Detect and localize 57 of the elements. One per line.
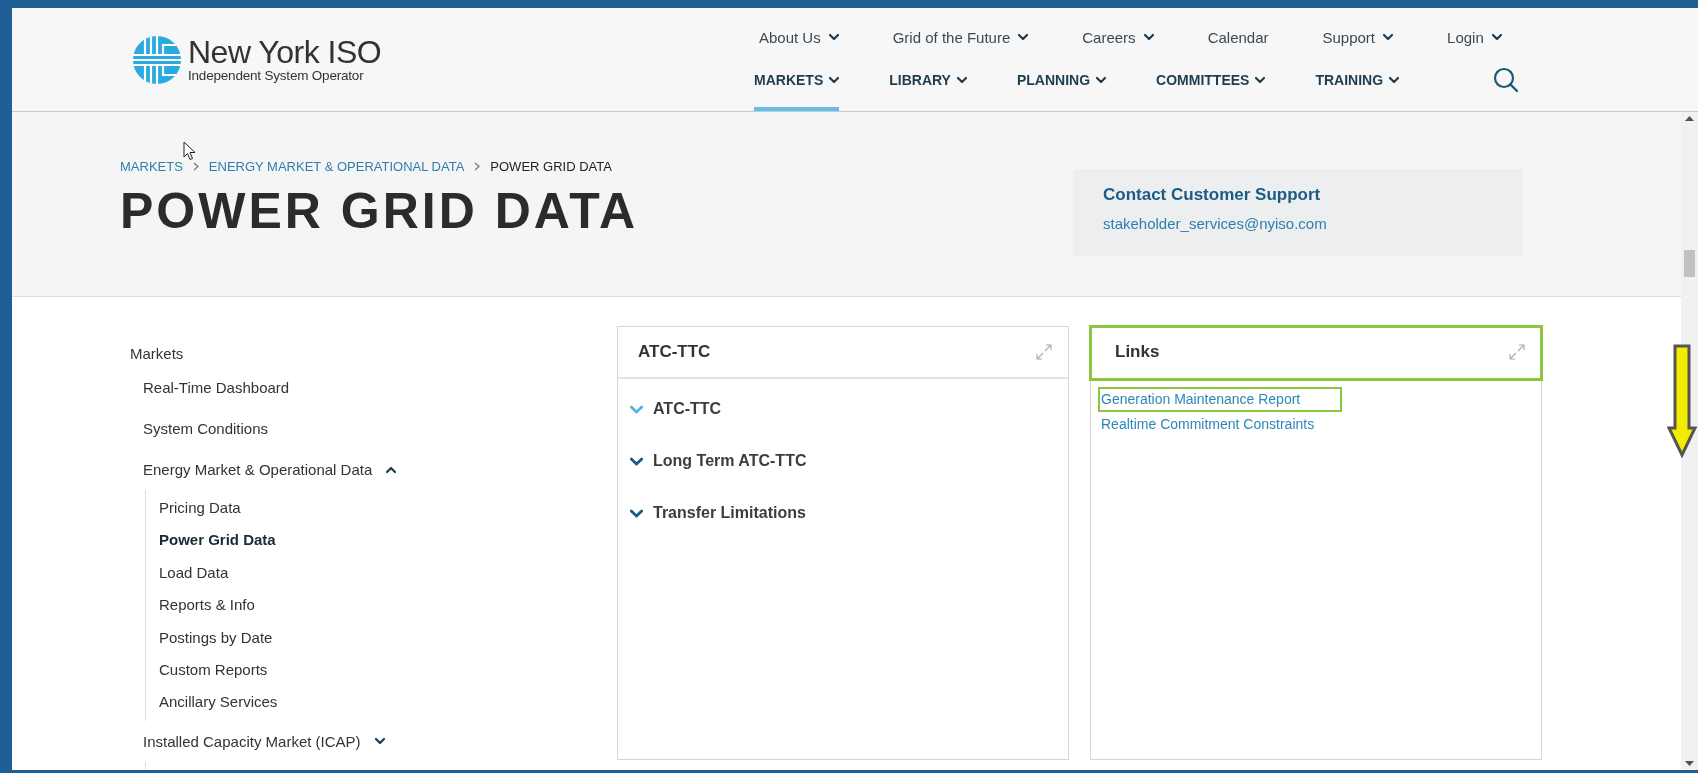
breadcrumb-separator-icon <box>474 162 481 171</box>
top-nav-link[interactable]: Support <box>1322 28 1394 50</box>
main-nav-tab[interactable]: TRAINING <box>1315 49 1400 111</box>
search-icon[interactable] <box>1493 67 1520 94</box>
expand-icon[interactable] <box>1509 344 1525 360</box>
main-nav-tab[interactable]: PLANNING <box>1016 49 1107 111</box>
caret-icon <box>1389 75 1400 86</box>
sidebar-title[interactable]: Markets <box>130 326 184 367</box>
top-nav-link[interactable]: Grid of the Future <box>892 28 1029 50</box>
top-nav-link[interactable]: Careers <box>1082 28 1154 50</box>
sidebar-subitem[interactable]: Custom Reports <box>146 653 268 687</box>
caret-icon <box>956 75 967 86</box>
main-nav-tab[interactable]: LIBRARY <box>889 49 967 111</box>
main-nav-tab[interactable]: COMMITTEES <box>1156 49 1266 111</box>
panel-title: ATC-TTC <box>638 342 711 362</box>
report-link[interactable]: Generation Maintenance Report <box>1100 389 1341 410</box>
sidebar-item[interactable]: System Conditions <box>143 408 269 449</box>
caret-icon <box>1255 75 1266 86</box>
page-title: POWER GRID DATA <box>120 182 640 240</box>
scrollbar-thumb[interactable] <box>1684 250 1695 277</box>
caret-icon <box>1018 32 1029 43</box>
panel-title: Links <box>1115 342 1160 362</box>
sidebar-item[interactable]: Real-Time Dashboard <box>143 367 290 408</box>
top-nav-link[interactable]: About Us <box>759 28 839 50</box>
logo-name[interactable]: New York ISO <box>188 36 382 69</box>
sidebar-subitem[interactable]: Load Data <box>146 556 229 590</box>
cursor-icon <box>183 141 196 161</box>
breadcrumb-link[interactable]: ENERGY MARKET & OPERATIONAL DATA <box>208 159 465 174</box>
top-nav-link[interactable]: Calendar <box>1207 28 1269 50</box>
sidebar-subitem[interactable]: Pricing Data <box>146 492 241 525</box>
caret-icon <box>1491 32 1502 43</box>
breadcrumb-separator-icon <box>192 162 199 171</box>
sidebar-subitem[interactable]: Ancillary Services <box>146 686 278 719</box>
sidebar-subitem[interactable]: Power Grid Data <box>146 524 276 557</box>
expand-icon[interactable] <box>1036 344 1052 360</box>
sidebar-item[interactable]: Energy Market & Operational Data <box>143 449 397 490</box>
caret-icon <box>828 32 839 43</box>
breadcrumb-link[interactable]: MARKETS <box>120 159 183 174</box>
logo-tagline: Independent System Operator <box>188 69 365 83</box>
caret-icon <box>1383 32 1394 43</box>
caret-icon <box>1143 32 1154 43</box>
sidebar-subitem[interactable]: Reports & Info <box>146 589 255 622</box>
logo-icon[interactable] <box>132 34 182 85</box>
top-nav-link[interactable]: Login <box>1447 28 1502 50</box>
report-link[interactable]: Realtime Commitment Constraints <box>1100 416 1316 432</box>
email-link[interactable]: stakeholder_services@nyiso.com <box>1103 215 1493 232</box>
accordion-item[interactable]: ATC-TTC <box>630 383 722 435</box>
breadcrumb-current: POWER GRID DATA <box>490 159 612 174</box>
sidebar-item[interactable]: Installed Capacity Market (ICAP) <box>143 720 385 762</box>
scroll-up-icon[interactable] <box>1685 116 1694 121</box>
caret-icon <box>829 75 840 86</box>
accordion-item[interactable]: Transfer Limitations <box>630 487 806 539</box>
scroll-down-icon[interactable] <box>1685 761 1694 766</box>
accordion-item[interactable]: Long Term ATC-TTC <box>630 435 807 487</box>
contact-title: Contact Customer Support <box>1103 185 1322 205</box>
caret-icon <box>1096 75 1107 86</box>
sidebar-subitem[interactable]: Postings by Date <box>146 621 273 654</box>
